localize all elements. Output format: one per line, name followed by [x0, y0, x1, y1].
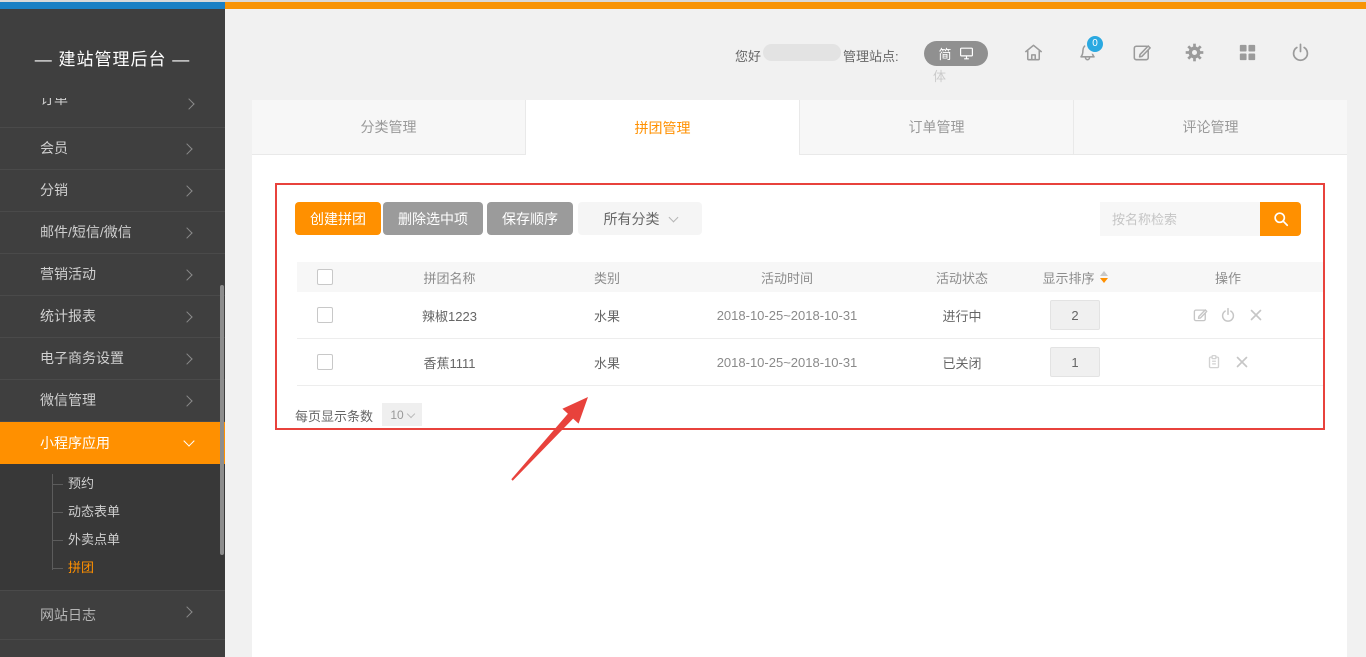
save-order-button[interactable]: 保存顺序 [487, 202, 573, 235]
home-icon[interactable] [1022, 41, 1045, 64]
submenu-item-group-buy[interactable]: 拼团 [0, 554, 225, 582]
apps-grid-icon[interactable] [1236, 41, 1259, 64]
search-input[interactable] [1100, 202, 1260, 236]
column-header-status: 活动状态 [907, 268, 1017, 287]
delete-x-icon[interactable] [1233, 353, 1251, 371]
row-checkbox[interactable] [317, 307, 333, 323]
power-toggle-icon[interactable] [1219, 306, 1237, 324]
chevron-down-icon [183, 435, 194, 446]
chevron-right-icon [181, 606, 192, 617]
chevron-right-icon [181, 311, 192, 322]
create-groupbuy-button[interactable]: 创建拼团 [295, 202, 381, 235]
sidebar-item-distribution[interactable]: 分销 [0, 170, 225, 212]
username-redacted [763, 44, 841, 61]
table-header-row: 拼团名称 类别 活动时间 活动状态 显示排序 操作 [297, 262, 1323, 292]
notification-badge: 0 [1085, 34, 1105, 54]
sidebar-menu: 会员 分销 邮件/短信/微信 营销活动 统计报表 电子商务设置 微信管理 [0, 128, 225, 422]
content-tabs: 分类管理 拼团管理 订单管理 评论管理 [252, 100, 1347, 155]
groupbuy-table: 拼团名称 类别 活动时间 活动状态 显示排序 操作 辣椒1223 水果 2018… [297, 262, 1323, 386]
language-wrap-text: 体 [933, 66, 946, 85]
groupbuy-name: 辣椒1223 [352, 306, 547, 325]
logout-power-icon[interactable] [1289, 41, 1312, 64]
table-row: 香蕉1111 水果 2018-10-25~2018-10-31 已关闭 [297, 339, 1323, 386]
settings-gear-icon[interactable] [1183, 41, 1206, 64]
row-checkbox[interactable] [317, 354, 333, 370]
greeting-text: 您好 [735, 46, 761, 65]
sidebar-scrollbar[interactable] [220, 285, 224, 555]
chevron-right-icon [181, 395, 192, 406]
sidebar-item-ecommerce-settings[interactable]: 电子商务设置 [0, 338, 225, 380]
chevron-down-icon [668, 212, 678, 222]
category-filter-select[interactable]: 所有分类 [578, 202, 702, 235]
delete-x-icon[interactable] [1247, 306, 1265, 324]
groupbuy-name: 香蕉1111 [352, 353, 547, 372]
column-header-name: 拼团名称 [352, 268, 547, 287]
monitor-icon [959, 47, 974, 60]
column-header-actions: 操作 [1133, 268, 1323, 287]
language-site-toggle[interactable]: 简 [924, 41, 988, 66]
column-header-time: 活动时间 [667, 268, 907, 287]
page-size-label: 每页显示条数 [295, 406, 373, 425]
groupbuy-time: 2018-10-25~2018-10-31 [667, 308, 907, 323]
topbar-orange-segment [225, 2, 1366, 9]
search-bar [1100, 202, 1301, 236]
chevron-right-icon [181, 185, 192, 196]
app-title: — 建站管理后台 — [0, 45, 225, 70]
chevron-right-icon [181, 143, 192, 154]
submenu-item-dynamic-forms[interactable]: 动态表单 [0, 498, 225, 526]
search-button[interactable] [1260, 202, 1301, 236]
sidebar-item-statistics[interactable]: 统计报表 [0, 296, 225, 338]
chevron-right-icon [181, 269, 192, 280]
chevron-right-icon [181, 353, 192, 364]
groupbuy-status: 进行中 [907, 306, 1017, 325]
sidebar-item-mail-sms-wechat[interactable]: 邮件/短信/微信 [0, 212, 225, 254]
chevron-down-icon [406, 409, 414, 417]
column-header-category: 类别 [547, 268, 667, 287]
submenu-item-takeout[interactable]: 外卖点单 [0, 526, 225, 554]
sort-arrows-icon [1100, 271, 1108, 283]
groupbuy-status: 已关闭 [907, 353, 1017, 372]
groupbuy-category: 水果 [547, 306, 667, 325]
groupbuy-time: 2018-10-25~2018-10-31 [667, 355, 907, 370]
edit-icon[interactable] [1191, 306, 1209, 324]
copy-clipboard-icon[interactable] [1205, 353, 1223, 371]
tab-category-management[interactable]: 分类管理 [252, 100, 526, 155]
tab-groupbuy-management[interactable]: 拼团管理 [526, 100, 800, 155]
sidebar-item-wechat-management[interactable]: 微信管理 [0, 380, 225, 422]
sidebar-item-members[interactable]: 会员 [0, 128, 225, 170]
search-icon [1271, 209, 1291, 229]
site-label: 管理站点: [843, 46, 899, 65]
submenu-item-booking[interactable]: 预约 [0, 470, 225, 498]
sidebar-item-marketing[interactable]: 营销活动 [0, 254, 225, 296]
sidebar-item-partial[interactable]: 订单 [0, 98, 225, 128]
chevron-right-icon [183, 98, 194, 109]
groupbuy-category: 水果 [547, 353, 667, 372]
topbar-blue-segment [0, 2, 225, 9]
page-size-select[interactable]: 10 [382, 403, 422, 426]
delete-selected-button[interactable]: 删除选中项 [383, 202, 483, 235]
chevron-right-icon [181, 227, 192, 238]
sidebar-submenu: 预约 动态表单 外卖点单 拼团 [0, 464, 225, 590]
table-row: 辣椒1223 水果 2018-10-25~2018-10-31 进行中 [297, 292, 1323, 339]
sort-order-input[interactable] [1050, 347, 1100, 377]
sidebar: — 建站管理后台 — 订单 会员 分销 邮件/短信/微信 营销活动 统计报表 电… [0, 9, 225, 657]
select-all-checkbox[interactable] [317, 269, 333, 285]
edit-icon[interactable] [1130, 41, 1153, 64]
sidebar-item-site-logs[interactable]: 网站日志 [0, 590, 225, 640]
tab-comment-management[interactable]: 评论管理 [1074, 100, 1347, 155]
sort-order-input[interactable] [1050, 300, 1100, 330]
tab-order-management[interactable]: 订单管理 [800, 100, 1074, 155]
admin-page: — 建站管理后台 — 订单 会员 分销 邮件/短信/微信 营销活动 统计报表 电… [0, 0, 1366, 657]
sidebar-item-miniprogram-apps[interactable]: 小程序应用 [0, 422, 225, 464]
column-header-sort[interactable]: 显示排序 [1042, 268, 1107, 287]
